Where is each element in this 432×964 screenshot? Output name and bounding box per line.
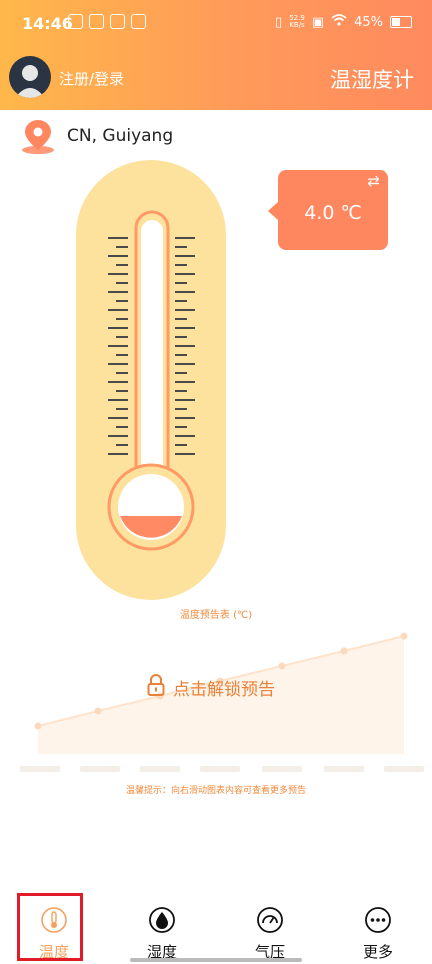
droplet-icon xyxy=(122,906,202,938)
temperature-value: 4.0 ℃ xyxy=(304,202,362,224)
tab-label: 更多 xyxy=(362,943,393,961)
unlock-forecast-button[interactable]: 点击解锁预告 xyxy=(147,674,275,701)
active-tab-highlight xyxy=(17,893,83,961)
swap-unit-icon[interactable]: ⇄ xyxy=(367,172,380,190)
temperature-reading[interactable]: ⇄ 4.0 ℃ xyxy=(268,170,388,250)
tab-more[interactable]: 更多 xyxy=(338,896,418,961)
thermometer-graphic xyxy=(76,160,226,600)
forecast-tip: 温馨提示：向右滑动图表内容可查看更多预告 xyxy=(125,786,306,796)
forecast-title: 温度预告表 (℃) xyxy=(179,610,253,621)
lock-icon xyxy=(147,674,165,701)
tab-pressure[interactable]: 气压 xyxy=(230,896,310,961)
home-indicator[interactable] xyxy=(130,958,302,962)
more-dots-icon xyxy=(338,906,418,938)
unlock-label: 点击解锁预告 xyxy=(173,680,275,700)
tab-humidity[interactable]: 湿度 xyxy=(122,896,202,961)
gauge-icon xyxy=(230,906,310,938)
